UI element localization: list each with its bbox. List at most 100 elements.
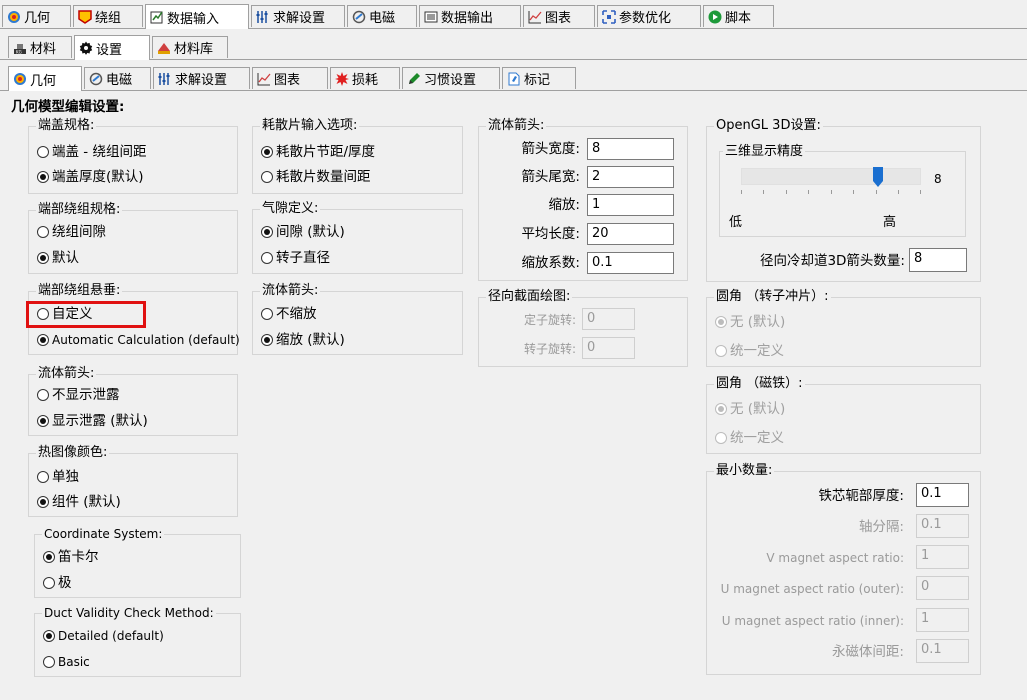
group-title: 耗散片输入选项:: [260, 118, 360, 134]
arrow-scale-input[interactable]: 1: [587, 194, 674, 216]
tab-label: 材料: [30, 42, 57, 57]
option-label: 无 (默认): [730, 314, 786, 330]
radio-end-cap-gap[interactable]: 端盖 - 绕组间距: [37, 143, 146, 161]
radio-no-scale[interactable]: 不缩放: [261, 305, 317, 323]
group-thermal-color: 热图像颜色: 单独 组件 (默认): [28, 445, 238, 517]
radio-color-single[interactable]: 单独: [37, 468, 79, 486]
radio-overhang-custom[interactable]: 自定义: [37, 305, 93, 323]
yoke-thickness-input[interactable]: 0.1: [916, 483, 969, 507]
subtabbar-divider: [0, 59, 1027, 60]
tab-materials[interactable]: KG 材料: [8, 36, 72, 58]
arrow-count-input[interactable]: 8: [909, 248, 967, 272]
u-magnet-outer-input[interactable]: 0: [916, 576, 969, 600]
gear-icon: [79, 41, 93, 55]
option-label: 端盖厚度(默认): [52, 169, 144, 185]
u-magnet-inner-input[interactable]: 1: [916, 608, 969, 632]
radio-gap-default[interactable]: 间隙 (默认): [261, 223, 345, 241]
tab-settings-preferences[interactable]: 习惯设置: [402, 67, 500, 89]
arrow-avg-length-label: 平均长度:: [521, 226, 580, 242]
arrow-count-label: 径向冷却道3D箭头数量:: [759, 253, 905, 269]
tab-label: 脚本: [725, 11, 752, 26]
group-title: 端部绕组规格:: [36, 202, 123, 218]
radio-fillet-magnet-uniform[interactable]: 统一定义: [715, 429, 784, 447]
radio-fillet-rotor-none[interactable]: 无 (默认): [715, 313, 785, 331]
arrow-width-input[interactable]: 8: [587, 138, 674, 160]
v-magnet-ratio-input[interactable]: 1: [916, 545, 969, 569]
radio-rotor-diameter[interactable]: 转子直径: [261, 249, 330, 267]
radio-duct-detailed[interactable]: Detailed (default): [43, 627, 164, 645]
radio-circle: [37, 308, 49, 320]
rotor-rotation-input[interactable]: 0: [582, 337, 635, 359]
tab-label: 习惯设置: [424, 73, 477, 88]
slider-tick: [831, 190, 832, 194]
tab-script[interactable]: 脚本: [703, 5, 774, 27]
radio-fillet-magnet-none[interactable]: 无 (默认): [715, 400, 785, 418]
radio-circle: [715, 345, 727, 357]
radio-show-leak[interactable]: 显示泄露 (默认): [37, 412, 148, 430]
tab-data-input[interactable]: 数据输入: [145, 4, 249, 29]
tab-settings-geometry[interactable]: 几何: [8, 66, 82, 91]
radio-circle: [43, 577, 55, 589]
tab-settings-solver[interactable]: 求解设置: [153, 67, 250, 89]
radio-color-component[interactable]: 组件 (默认): [37, 493, 121, 511]
tab-settings-markers[interactable]: 标记: [502, 67, 576, 89]
tab-settings[interactable]: 设置: [74, 35, 150, 60]
radio-scale-default[interactable]: 缩放 (默认): [261, 331, 345, 349]
yoke-thickness-label: 铁芯轭部厚度:: [818, 488, 904, 504]
precision-slider-track[interactable]: [741, 168, 921, 185]
tab-charts[interactable]: 图表: [523, 5, 595, 27]
group-title: 圆角 （转子冲片）:: [714, 289, 831, 305]
shaft-split-input[interactable]: 0.1: [916, 514, 969, 538]
radio-winding-default[interactable]: 默认: [37, 249, 79, 267]
group-title: 最小数量:: [714, 463, 775, 479]
magnet-spacing-input[interactable]: 0.1: [916, 639, 969, 663]
radio-circle: [37, 226, 49, 238]
list-icon: [424, 10, 438, 24]
slider-tick: [920, 190, 921, 194]
tab-settings-losses[interactable]: 损耗: [330, 67, 400, 89]
tab-data-output[interactable]: 数据输出: [419, 5, 521, 27]
radio-circle: [43, 656, 55, 668]
arrow-scale-factor-label: 缩放系数:: [521, 255, 580, 271]
arrow-scale-factor-input[interactable]: 0.1: [587, 252, 674, 274]
pencil-icon: [407, 72, 421, 86]
option-label: 不缩放: [276, 306, 317, 322]
radio-duct-basic[interactable]: Basic: [43, 653, 90, 671]
option-label: 耗散片节距/厚度: [276, 144, 376, 160]
radio-polar[interactable]: 极: [43, 574, 72, 592]
radio-hide-leak[interactable]: 不显示泄露: [37, 386, 120, 404]
sliders-icon: [256, 10, 270, 24]
radio-fillet-rotor-uniform[interactable]: 统一定义: [715, 342, 784, 360]
group-end-cap: 端盖规格: 端盖 - 绕组间距 端盖厚度(默认): [28, 118, 238, 194]
group-coordinate-system: Coordinate System: 笛卡尔 极: [34, 526, 241, 598]
tab-electromagnetic[interactable]: 电磁: [347, 5, 417, 27]
tab-settings-charts[interactable]: 图表: [252, 67, 328, 89]
tab-label: 绕组: [95, 11, 122, 26]
radio-cartesian[interactable]: 笛卡尔: [43, 548, 99, 566]
group-flow-arrow-leak: 流体箭头: 不显示泄露 显示泄露 (默认): [28, 366, 238, 436]
marker-document-icon: [507, 72, 521, 86]
group-title: 径向截面绘图:: [486, 289, 573, 305]
radio-winding-clearance[interactable]: 绕组间隙: [37, 223, 106, 241]
precision-slider-thumb[interactable]: [873, 167, 883, 187]
radio-fin-pitch[interactable]: 耗散片节距/厚度: [261, 143, 375, 161]
tab-geometry[interactable]: 几何: [2, 5, 71, 27]
tab-solver-settings[interactable]: 求解设置: [251, 5, 345, 27]
tab-param-optimization[interactable]: 参数优化: [597, 5, 701, 27]
stator-rotation-input[interactable]: 0: [582, 308, 635, 330]
radio-end-cap-thickness[interactable]: 端盖厚度(默认): [37, 168, 144, 186]
tab-material-library[interactable]: 材料库: [152, 36, 228, 58]
group-duct-check: Duct Validity Check Method: Detailed (de…: [34, 605, 241, 677]
option-label: 无 (默认): [730, 401, 786, 417]
arrow-avg-length-input[interactable]: 20: [587, 223, 674, 245]
tab-label: 求解设置: [175, 73, 228, 88]
radio-overhang-auto[interactable]: Automatic Calculation (default): [37, 331, 240, 349]
radio-circle: [43, 630, 55, 642]
tab-label: 几何: [24, 11, 51, 26]
radio-fin-count[interactable]: 耗散片数量间距: [261, 168, 371, 186]
tab-settings-electromagnetic[interactable]: 电磁: [84, 67, 151, 89]
play-icon: [708, 10, 722, 24]
tab-winding[interactable]: 绕组: [73, 5, 143, 27]
option-label: 间隙 (默认): [276, 224, 345, 240]
arrow-tail-width-input[interactable]: 2: [587, 166, 674, 188]
